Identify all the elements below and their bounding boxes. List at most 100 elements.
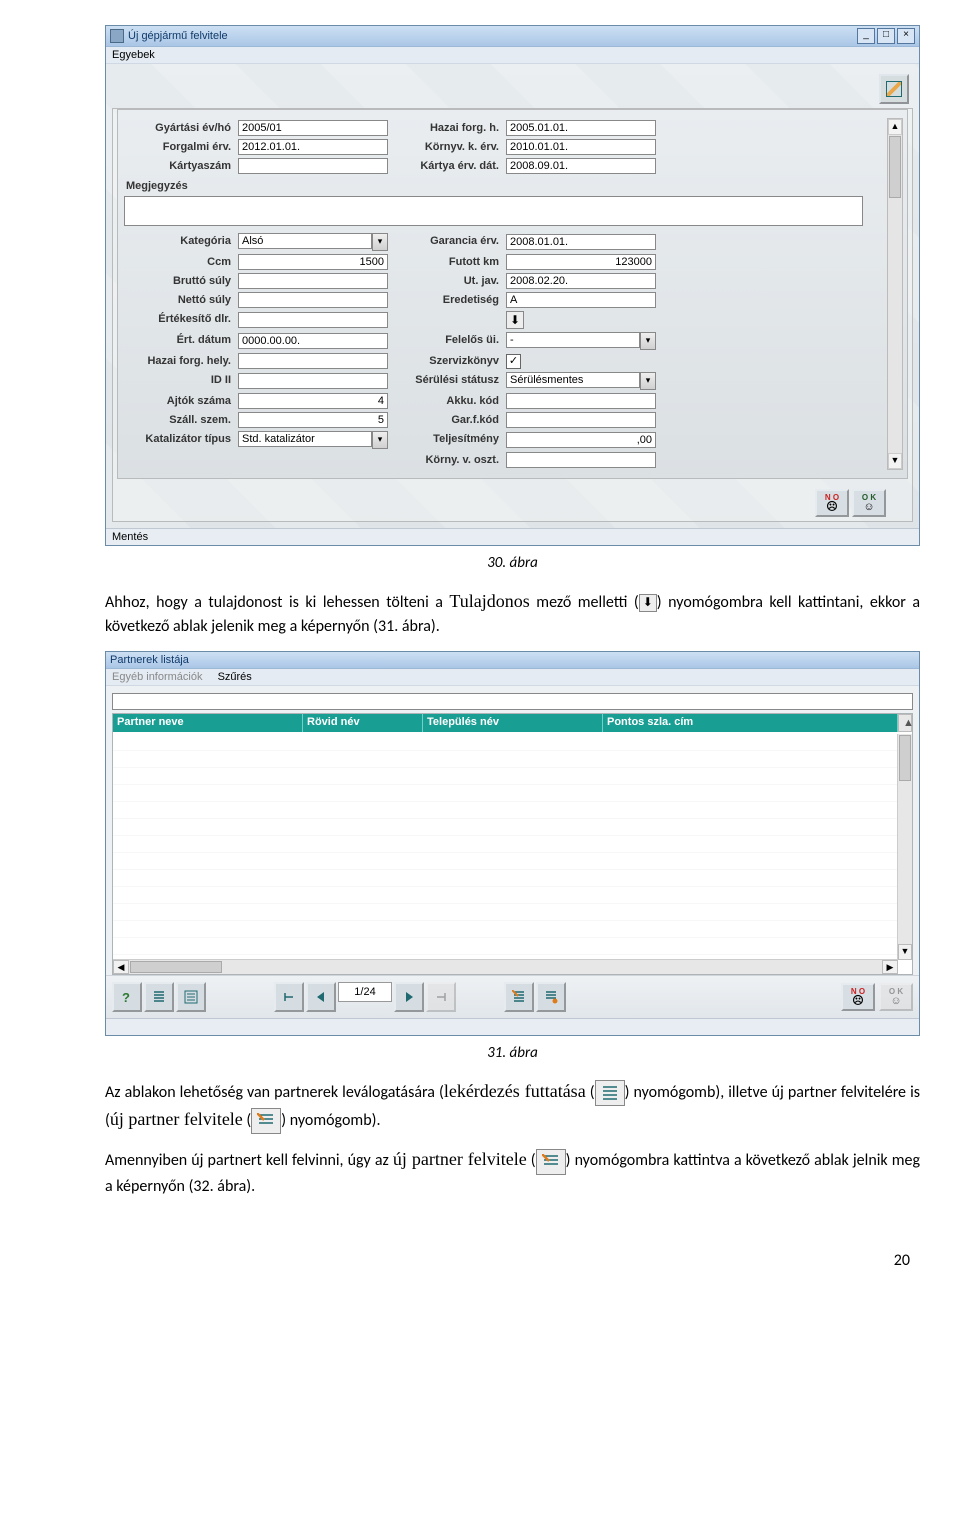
menu-bar: Egyéb információk Szűrés [106, 669, 919, 686]
svg-text:?: ? [122, 990, 130, 1004]
first-page-button[interactable] [274, 982, 304, 1012]
field-hazaiforg-hely[interactable] [238, 353, 388, 369]
scrollbar-down-icon[interactable]: ▼ [888, 453, 902, 469]
scrollbar-thumb[interactable] [130, 961, 222, 973]
horizontal-scrollbar[interactable]: ◀ ▶ [113, 959, 898, 974]
scrollbar-thumb[interactable] [889, 136, 901, 198]
body-text-3: Amennyiben új partnert kell felvinni, úg… [105, 1146, 920, 1198]
field-utjav[interactable] [506, 273, 656, 289]
figure-caption-30: 30. ábra [105, 554, 920, 572]
field-garancia[interactable] [506, 234, 656, 250]
body-text-1: Ahhoz, hogy a tulajdonost is ki lehessen… [105, 588, 920, 639]
field-kornyv-k[interactable] [506, 139, 656, 155]
window-titlebar[interactable]: Partnerek listája [106, 652, 919, 669]
menu-szures[interactable]: Szűrés [218, 671, 252, 683]
ok-button[interactable]: O K☺ [852, 489, 886, 517]
vertical-scrollbar[interactable]: ▼ [897, 734, 912, 960]
vertical-scrollbar[interactable]: ▲ ▼ [887, 118, 903, 470]
menu-egyeb-info[interactable]: Egyéb információk [112, 671, 203, 683]
field-kartya-erv[interactable] [506, 158, 656, 174]
label-serulesi: Sérülési státusz [392, 372, 502, 390]
label-ertdatum: Ért. dátum [124, 332, 234, 350]
help-button[interactable]: ? [112, 982, 142, 1012]
window-close[interactable]: × [897, 28, 915, 44]
last-page-button[interactable] [426, 982, 456, 1012]
field-ertdlr[interactable] [238, 312, 388, 328]
window-maximize[interactable]: □ [877, 28, 895, 44]
field-reference-tulajdonos: Tulajdonos [449, 591, 529, 611]
cancel-button[interactable]: N O☹ [841, 983, 875, 1011]
chevron-down-icon[interactable]: ▾ [640, 332, 656, 350]
scrollbar-up-icon[interactable]: ▲ [898, 714, 912, 732]
next-page-button[interactable] [394, 982, 424, 1012]
chevron-down-icon[interactable]: ▾ [640, 372, 656, 390]
field-akku[interactable] [506, 393, 656, 409]
edit-button[interactable] [879, 74, 909, 104]
field-kartyaszam[interactable] [238, 158, 388, 174]
label-brutto: Bruttó súly [124, 273, 234, 289]
field-netto[interactable] [238, 292, 388, 308]
window-minimize[interactable]: _ [857, 28, 875, 44]
checkbox-szervizkonyv[interactable]: ✓ [506, 354, 521, 369]
partner-table: Partner neve Rövid név Település név Pon… [112, 713, 913, 975]
cancel-button[interactable]: N O☹ [815, 489, 849, 517]
detail-view-button[interactable] [176, 982, 206, 1012]
new-partner-button[interactable] [504, 982, 534, 1012]
label-szervizkonyv: Szervizkönyv [392, 353, 502, 369]
smile-face-icon: ☺ [863, 502, 874, 513]
field-katal[interactable] [238, 431, 372, 447]
status-bar [106, 1018, 919, 1035]
field-ajtok[interactable] [238, 393, 388, 409]
menu-egyebek[interactable]: Egyebek [112, 49, 155, 61]
field-ertdatum[interactable] [238, 333, 388, 349]
col-telepules[interactable]: Település név [423, 714, 603, 732]
scrollbar-left-icon[interactable]: ◀ [113, 960, 129, 974]
scrollbar-down-icon[interactable]: ▼ [898, 944, 912, 960]
field-garfkod[interactable] [506, 412, 656, 428]
run-query-button[interactable] [144, 982, 174, 1012]
chevron-down-icon[interactable]: ▾ [372, 431, 388, 449]
field-eredetiseg[interactable] [506, 292, 656, 308]
prev-page-button[interactable] [306, 982, 336, 1012]
col-rovid-nev[interactable]: Rövid név [303, 714, 423, 732]
field-teljes[interactable] [506, 432, 656, 448]
field-szall[interactable] [238, 412, 388, 428]
lookup-icon[interactable]: ⬇ [506, 311, 524, 329]
field-megjegyzes[interactable] [124, 196, 863, 226]
status-bar: Mentés [106, 528, 919, 545]
field-brutto[interactable] [238, 273, 388, 289]
vehicle-entry-window: Új gépjármű felvitele _ □ × Egyebek ▲ [105, 25, 920, 546]
dialog-buttons: N O☹ O K☺ [113, 483, 912, 521]
field-futott[interactable] [506, 254, 656, 270]
edit-partner-button[interactable] [536, 982, 566, 1012]
field-hazai-forg-h[interactable] [506, 120, 656, 136]
label-megjegyzes: Megjegyzés [124, 178, 863, 196]
label-kornyosz: Körny. v. oszt. [392, 452, 502, 468]
pager-display: 1/24 [338, 982, 392, 1002]
window-titlebar[interactable]: Új gépjármű felvitele _ □ × [106, 26, 919, 47]
field-gyartasi[interactable] [238, 120, 388, 136]
label-forgalmi: Forgalmi érv. [124, 139, 234, 155]
chevron-down-icon[interactable]: ▾ [372, 233, 388, 251]
field-kategoria[interactable] [238, 233, 372, 249]
table-body[interactable] [113, 734, 898, 960]
partner-list-window: Partnerek listája Egyéb információk Szűr… [105, 651, 920, 1036]
field-serulesi[interactable] [506, 372, 640, 388]
field-id2[interactable] [238, 373, 388, 389]
col-partner-neve[interactable]: Partner neve [113, 714, 303, 732]
app-icon [110, 29, 124, 43]
field-felelos[interactable] [506, 332, 640, 348]
scrollbar-right-icon[interactable]: ▶ [882, 960, 898, 974]
field-forgalmi[interactable] [238, 139, 388, 155]
field-kornyosz[interactable] [506, 452, 656, 468]
scrollbar-up-icon[interactable]: ▲ [888, 119, 902, 135]
search-input[interactable] [112, 693, 913, 710]
ok-button[interactable]: O K☺ [879, 983, 913, 1011]
new-partner-icon [251, 1108, 281, 1134]
col-pontos-szla[interactable]: Pontos szla. cím [603, 714, 898, 732]
action-reference-uj-partner-2: új partner felvitele [393, 1149, 527, 1169]
scrollbar-thumb[interactable] [899, 735, 911, 781]
label-ertdlr: Értékesítő dlr. [124, 311, 234, 329]
label-akku: Akku. kód [392, 393, 502, 409]
field-ccm[interactable] [238, 254, 388, 270]
